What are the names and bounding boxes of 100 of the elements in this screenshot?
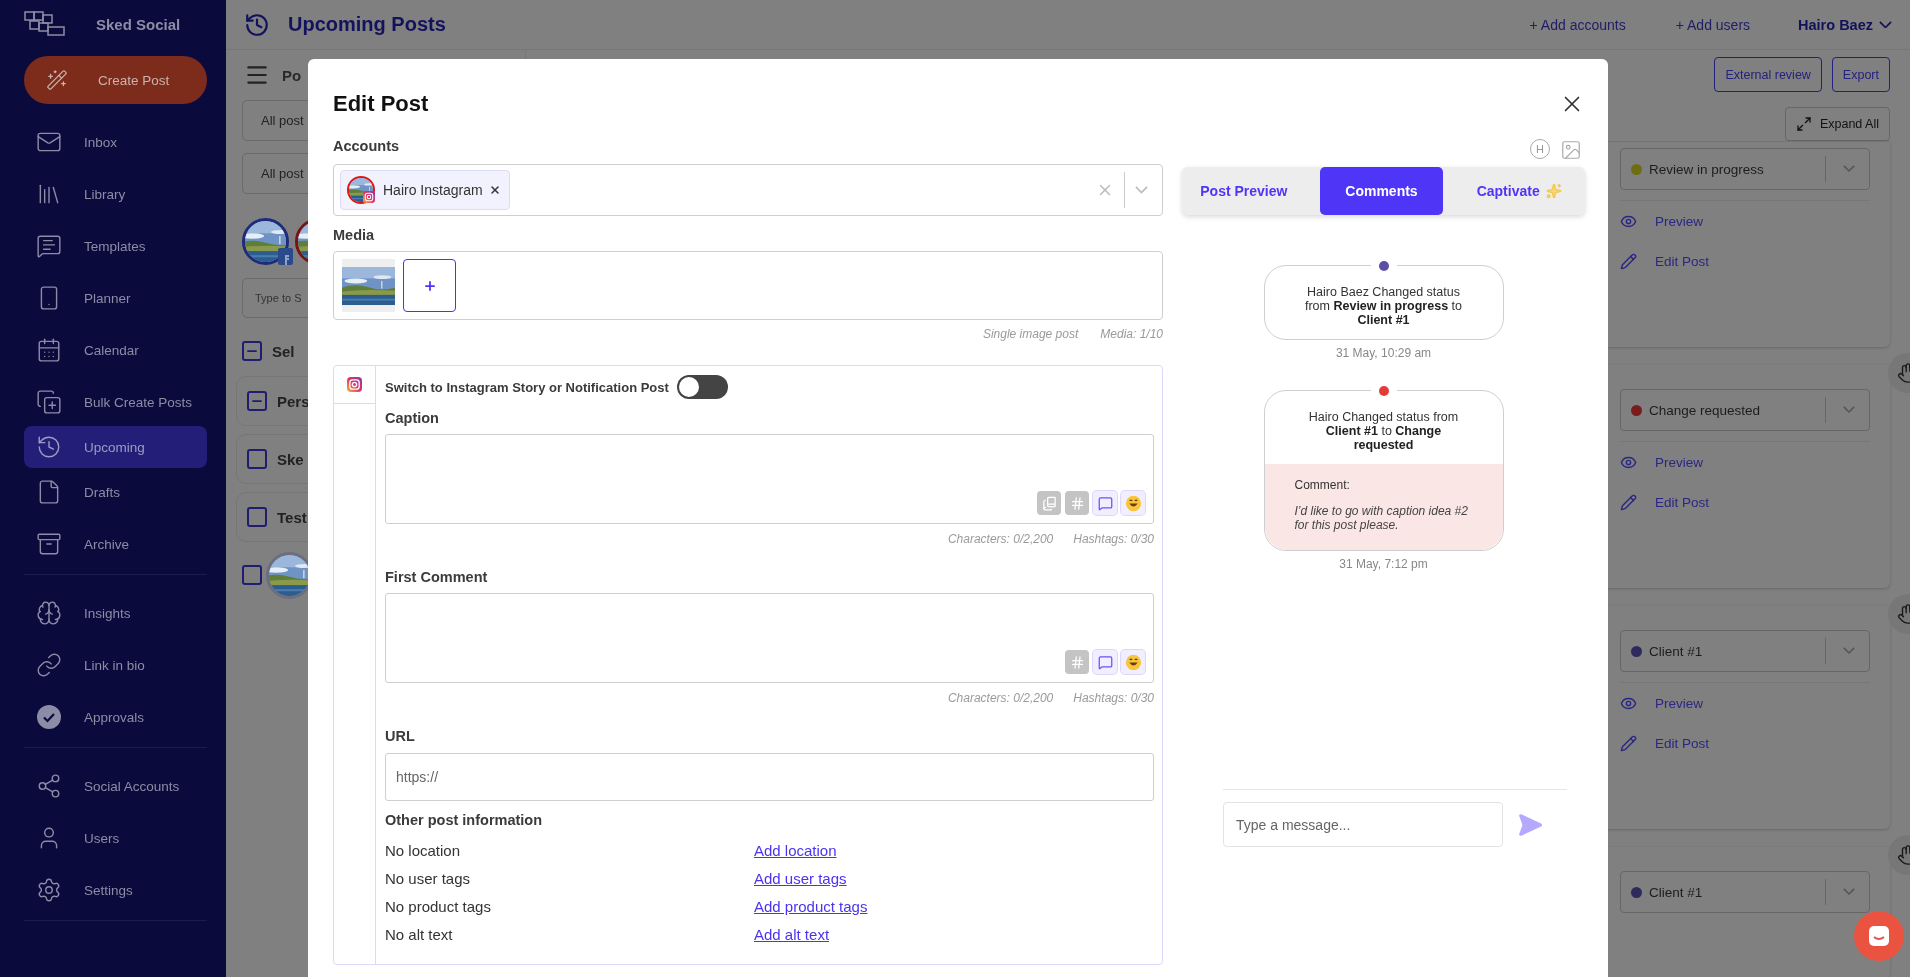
check-circle-icon xyxy=(36,704,62,730)
edit-post-link[interactable]: Edit Post xyxy=(1620,723,1710,763)
chevron-icon xyxy=(1879,20,1892,29)
chat-launcher-button[interactable] xyxy=(1854,911,1904,961)
story-toggle[interactable] xyxy=(676,375,728,399)
field-label: First Comment xyxy=(385,568,489,586)
instagram-icon xyxy=(347,377,362,392)
sidebar-item[interactable]: Planner xyxy=(24,272,207,324)
books-icon xyxy=(1041,495,1057,511)
add-info-link[interactable]: Add product tags xyxy=(754,893,868,921)
panel-title: Po xyxy=(282,66,302,84)
sidebar-item[interactable]: Approvals xyxy=(24,691,207,743)
character-count: Hashtags: 0/30 xyxy=(1073,691,1154,705)
history-icon xyxy=(244,11,270,38)
tab[interactable]: Captivate xyxy=(1457,167,1581,215)
info-status: No user tags xyxy=(385,869,472,889)
tab[interactable]: Comments xyxy=(1319,167,1444,215)
sidebar-item[interactable]: Archive xyxy=(24,518,207,570)
remove-button[interactable] xyxy=(488,184,501,196)
close-icon xyxy=(488,184,501,196)
chat-icon xyxy=(1867,924,1891,948)
first-comment-field[interactable] xyxy=(385,593,1154,683)
nodes-icon xyxy=(36,773,62,799)
user-menu[interactable]: Hairo Baez xyxy=(1798,16,1892,33)
account-avatar[interactable] xyxy=(242,218,289,265)
checkbox[interactable] xyxy=(242,341,262,361)
brand-name: Sked Social xyxy=(96,15,181,33)
checkbox[interactable] xyxy=(242,565,262,585)
sidebar-item[interactable]: Templates xyxy=(24,220,207,272)
sidebar-item[interactable]: Inbox xyxy=(24,116,207,168)
image-icon[interactable] xyxy=(1560,139,1582,161)
tab[interactable]: Post Preview xyxy=(1182,167,1306,215)
create-post-button[interactable]: Create Post xyxy=(24,56,207,104)
status-select[interactable]: Review in progress xyxy=(1620,148,1870,190)
sidebar-item[interactable]: Library xyxy=(24,168,207,220)
timestamp: 31 May, 10:29 am xyxy=(1334,346,1433,360)
sidebar-item[interactable]: Social Accounts xyxy=(24,760,207,812)
info-status: No alt text xyxy=(385,925,454,945)
sidebar-item[interactable]: Link in bio xyxy=(24,639,207,691)
speech-bubble-icon xyxy=(1097,495,1113,511)
brain-icon xyxy=(36,600,62,626)
hashtag-icon xyxy=(1069,495,1085,511)
select-all-label: Sel xyxy=(272,342,295,360)
toolbar-button[interactable]: External review xyxy=(1714,57,1822,92)
comment-label: Comment: xyxy=(1294,478,1351,492)
group-name: Ske xyxy=(277,450,304,468)
magic-wand-icon xyxy=(46,69,68,91)
header-link[interactable]: + Add accounts xyxy=(1529,16,1626,33)
sidebar-item[interactable]: Settings xyxy=(24,864,207,916)
comment-button[interactable] xyxy=(1093,491,1117,515)
facebook-badge-icon xyxy=(278,248,293,265)
field-label: URL xyxy=(385,727,416,745)
field-label: Accounts xyxy=(333,137,401,155)
expand-all-button[interactable]: Expand All xyxy=(1784,107,1890,141)
message-field[interactable]: Type a message... xyxy=(1223,802,1503,847)
sidebar-item[interactable]: Bulk Create Posts xyxy=(24,376,207,428)
page-title: Upcoming Posts xyxy=(288,13,447,36)
calendar-icon xyxy=(36,337,62,363)
status-select[interactable]: Client #1 xyxy=(1620,630,1870,672)
sidebar-item[interactable]: Upcoming xyxy=(24,426,207,468)
preview-link[interactable]: Preview xyxy=(1620,442,1703,482)
chevron-icon xyxy=(1843,888,1855,896)
url-field[interactable]: https:// xyxy=(385,753,1154,801)
accounts-select[interactable]: Hairo Instagram xyxy=(333,164,1163,216)
header-link[interactable]: + Add users xyxy=(1675,16,1751,33)
toolbar-button[interactable]: Export xyxy=(1831,57,1890,92)
expand-icon xyxy=(1795,116,1812,132)
sidebar-item[interactable]: Insights xyxy=(24,587,207,639)
emoji-button[interactable] xyxy=(1121,650,1145,674)
character-count: Hashtags: 0/30 xyxy=(1073,532,1154,546)
sidebar-item[interactable]: Users xyxy=(24,812,207,864)
edit-post-link[interactable]: Edit Post xyxy=(1620,241,1710,281)
emoji-button[interactable] xyxy=(1121,491,1145,515)
status-select[interactable]: Change requested xyxy=(1620,389,1870,431)
checkbox[interactable] xyxy=(247,391,267,411)
status-change-text: Hairo Baez Changed status from Review in progress to Client #1 xyxy=(1304,284,1463,329)
caption-field[interactable] xyxy=(385,434,1154,524)
chevron-icon xyxy=(1843,406,1855,414)
add-media-button[interactable] xyxy=(403,259,456,312)
sidebar-item[interactable]: Calendar xyxy=(24,324,207,376)
media-info: Single image post xyxy=(982,327,1079,341)
group-name: Test xyxy=(277,508,307,526)
chain-link-icon xyxy=(36,652,62,678)
add-info-link[interactable]: Add user tags xyxy=(754,865,847,893)
add-info-link[interactable]: Add alt text xyxy=(754,921,830,949)
comment-button[interactable] xyxy=(1093,650,1117,674)
smiley-icon xyxy=(1124,494,1142,512)
edit-post-link[interactable]: Edit Post xyxy=(1620,482,1710,522)
dialog-title: Edit Post xyxy=(333,90,430,118)
status-change-text: Hairo Changed status from Client #1 to Change requested xyxy=(1307,409,1460,454)
pencil-icon xyxy=(1620,252,1637,270)
send-button[interactable] xyxy=(1517,811,1543,838)
account-name: Hairo Instagram xyxy=(383,182,483,198)
preview-link[interactable]: Preview xyxy=(1620,201,1703,241)
add-info-link[interactable]: Add location xyxy=(754,837,837,865)
status-select[interactable]: Client #1 xyxy=(1620,871,1870,913)
checkbox[interactable] xyxy=(247,507,267,527)
sidebar-item[interactable]: Drafts xyxy=(24,466,207,518)
checkbox[interactable] xyxy=(247,449,267,469)
preview-link[interactable]: Preview xyxy=(1620,683,1703,723)
